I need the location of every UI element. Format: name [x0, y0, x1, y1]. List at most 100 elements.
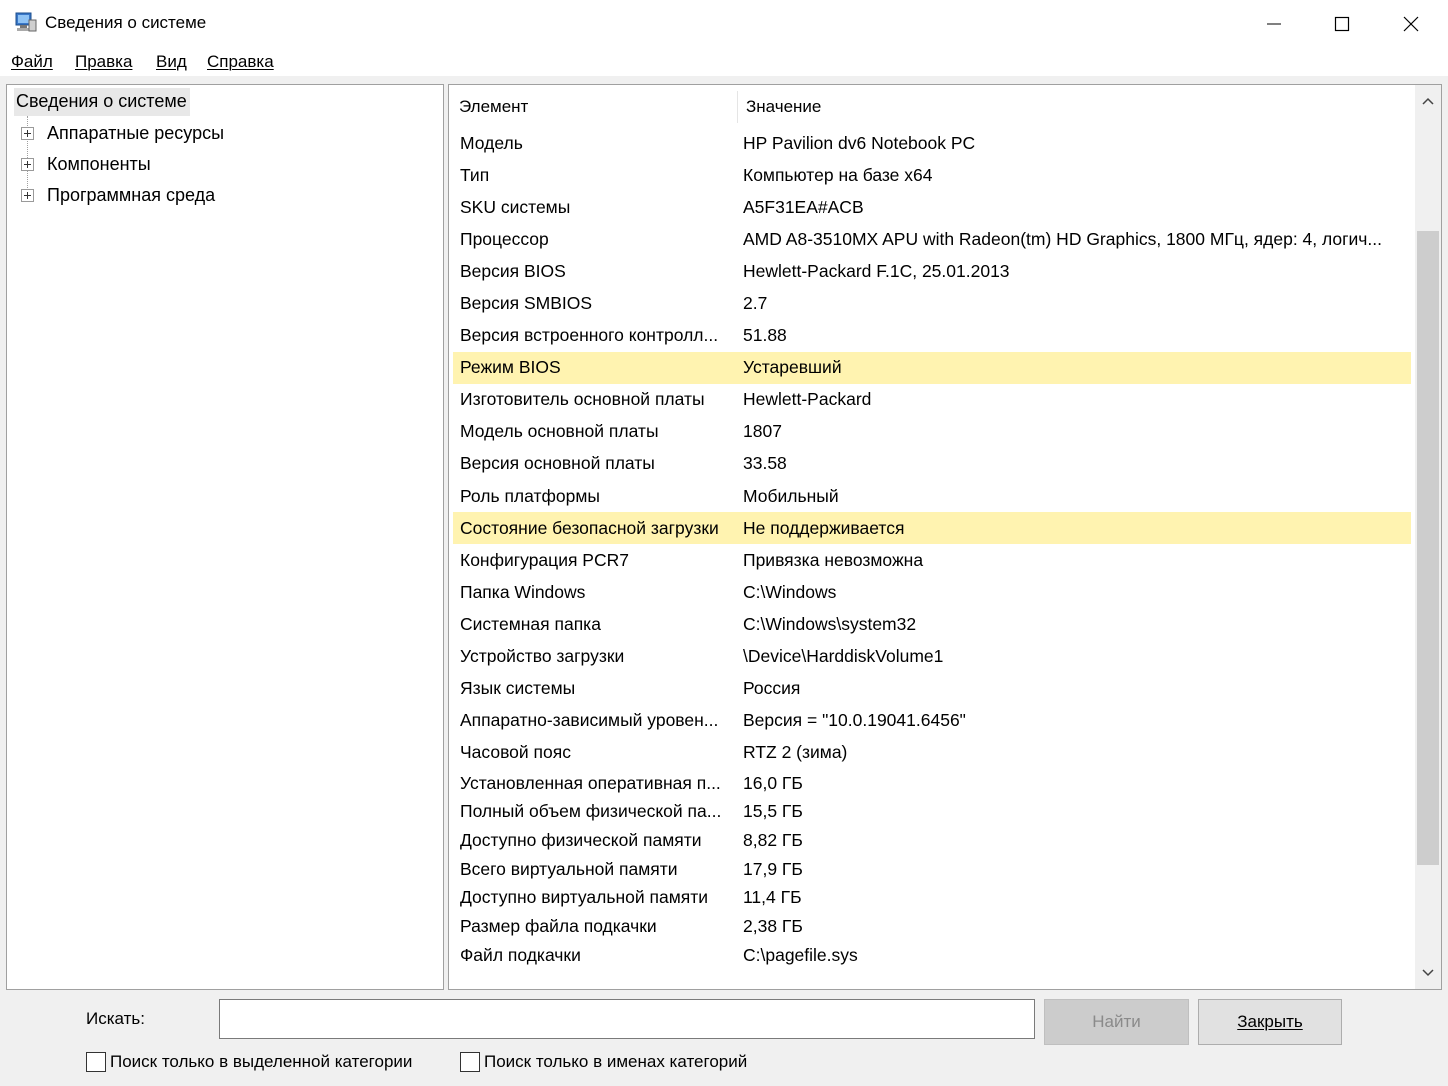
- search-selected-category-option[interactable]: Поиск только в выделенной категории: [86, 1052, 412, 1072]
- menu-file[interactable]: Файл: [11, 52, 53, 72]
- tree-item-components[interactable]: Компоненты: [21, 150, 151, 178]
- row-item-value: 51.88: [743, 325, 787, 346]
- tree-item-system-summary[interactable]: Сведения о системе: [14, 88, 190, 116]
- table-row[interactable]: Устройство загрузки \Device\HarddiskVolum…: [453, 641, 1411, 673]
- table-row[interactable]: Доступно физической памяти 8,82 ГБ: [453, 826, 1411, 855]
- row-item-name: Папка Windows: [460, 581, 586, 602]
- row-item-value: 2.7: [743, 293, 768, 314]
- row-item-name: Аппаратно-зависимый уровен...: [460, 710, 719, 731]
- search-selected-category-checkbox[interactable]: [86, 1052, 106, 1072]
- row-item-name: Модель: [460, 132, 523, 153]
- title-bar: Сведения о системе: [0, 0, 1448, 48]
- table-row[interactable]: Версия SMBIOS 2.7: [453, 287, 1411, 319]
- table-row[interactable]: Состояние безопасной загрузки Не поддержи…: [453, 512, 1411, 545]
- table-row[interactable]: Системная папка C:\Windows\system32: [453, 608, 1411, 640]
- column-header-item[interactable]: Элемент: [459, 97, 528, 117]
- table-row[interactable]: Язык системы Россия: [453, 673, 1411, 705]
- menu-bar: Файл Правка Вид Справка: [0, 48, 1448, 76]
- maximize-button[interactable]: [1308, 0, 1376, 48]
- scrollbar-thumb[interactable]: [1417, 231, 1439, 865]
- row-item-value: Не поддерживается: [743, 517, 905, 538]
- row-item-value: 11,4 ГБ: [743, 887, 802, 908]
- row-item-name: Язык системы: [460, 678, 576, 699]
- scroll-down-button[interactable]: [1415, 961, 1441, 985]
- row-item-value: 8,82 ГБ: [743, 830, 803, 851]
- row-item-name: Режим BIOS: [460, 357, 561, 378]
- row-item-name: Версия основной платы: [460, 453, 655, 474]
- table-row[interactable]: Тип Компьютер на базе x64: [453, 159, 1411, 191]
- table-row[interactable]: Режим BIOS Устаревший: [453, 351, 1411, 384]
- tree-item-hardware[interactable]: Аппаратные ресурсы: [21, 119, 224, 147]
- tree-item-software[interactable]: Программная среда: [21, 181, 215, 209]
- table-row[interactable]: SKU системы A5F31EA#ACB: [453, 191, 1411, 223]
- row-item-name: Размер файла подкачки: [460, 916, 657, 937]
- vertical-scrollbar[interactable]: [1415, 85, 1441, 989]
- row-item-value: HP Pavilion dv6 Notebook PC: [743, 132, 976, 153]
- search-category-names-label: Поиск только в именах категорий: [484, 1052, 748, 1071]
- details-list: Элемент Значение Модель HP Pavilion dv6 N…: [448, 84, 1442, 990]
- scroll-up-button[interactable]: [1415, 89, 1441, 113]
- row-item-name: Роль платформы: [460, 485, 600, 506]
- table-row[interactable]: Файл подкачки C:\pagefile.sys: [453, 941, 1411, 970]
- row-item-value: Устаревший: [743, 357, 842, 378]
- table-row[interactable]: Роль платформы Мобильный: [453, 480, 1411, 512]
- chevron-up-icon: [1422, 97, 1434, 105]
- table-row[interactable]: Установленная оперативная п... 16,0 ГБ: [453, 769, 1411, 798]
- search-label: Искать:: [86, 1009, 145, 1028]
- table-row[interactable]: Модель основной платы 1807: [453, 416, 1411, 448]
- find-button[interactable]: Найти: [1044, 999, 1189, 1045]
- table-row[interactable]: Часовой пояс RTZ 2 (зима): [453, 737, 1411, 769]
- table-row[interactable]: Конфигурация PCR7 Привязка невозможна: [453, 544, 1411, 576]
- search-category-names-option[interactable]: Поиск только в именах категорий: [460, 1052, 747, 1072]
- close-window-button[interactable]: [1377, 0, 1445, 48]
- row-item-name: Часовой пояс: [460, 742, 571, 763]
- table-row[interactable]: Полный объем физической па... 15,5 ГБ: [453, 798, 1411, 827]
- expand-icon[interactable]: [21, 157, 34, 171]
- maximize-icon: [1334, 16, 1350, 32]
- row-item-name: Модель основной платы: [460, 421, 659, 442]
- row-item-value: 33.58: [743, 453, 787, 474]
- row-item-value: Мобильный: [743, 485, 839, 506]
- tree-item-label: Компоненты: [47, 153, 151, 174]
- minimize-icon: [1267, 23, 1281, 25]
- table-row[interactable]: Всего виртуальной памяти 17,9 ГБ: [453, 855, 1411, 884]
- expand-icon[interactable]: [21, 126, 34, 140]
- row-item-value: Hewlett-Packard F.1C, 25.01.2013: [743, 260, 1010, 281]
- system-info-icon: [14, 10, 38, 34]
- close-icon: [1403, 16, 1419, 32]
- category-tree: Сведения о системе Аппаратные ресурсы Ко…: [6, 84, 444, 990]
- close-button-label: Закрыть: [1237, 1012, 1303, 1031]
- table-row[interactable]: Версия BIOS Hewlett-Packard F.1C, 25.01.2…: [453, 255, 1411, 287]
- row-item-value: Россия: [743, 678, 801, 699]
- search-category-names-checkbox[interactable]: [460, 1052, 480, 1072]
- row-item-name: Тип: [460, 164, 490, 185]
- row-item-name: Устройство загрузки: [460, 646, 625, 667]
- table-row[interactable]: Доступно виртуальной памяти 11,4 ГБ: [453, 884, 1411, 913]
- row-item-name: Файл подкачки: [460, 944, 581, 965]
- row-item-value: 2,38 ГБ: [743, 916, 803, 937]
- row-item-name: Версия SMBIOS: [460, 293, 593, 314]
- close-button[interactable]: Закрыть: [1198, 999, 1342, 1045]
- minimize-button[interactable]: [1240, 0, 1308, 48]
- table-row[interactable]: Аппаратно-зависимый уровен... Версия = "1…: [453, 705, 1411, 737]
- search-input[interactable]: [219, 999, 1035, 1039]
- column-separator[interactable]: [737, 91, 738, 123]
- table-row[interactable]: Модель HP Pavilion dv6 Notebook PC: [453, 127, 1411, 159]
- chevron-down-icon: [1422, 969, 1434, 977]
- menu-edit[interactable]: Правка: [75, 52, 132, 72]
- table-row[interactable]: Версия основной платы 33.58: [453, 448, 1411, 480]
- column-header-value[interactable]: Значение: [746, 97, 821, 117]
- table-row[interactable]: Версия встроенного контролл... 51.88: [453, 320, 1411, 352]
- table-row[interactable]: Размер файла подкачки 2,38 ГБ: [453, 912, 1411, 941]
- row-item-name: Доступно физической памяти: [460, 830, 702, 851]
- expand-icon[interactable]: [21, 188, 34, 202]
- table-row[interactable]: Процессор AMD A8-3510MX APU with Radeon(t…: [453, 223, 1411, 255]
- menu-help[interactable]: Справка: [207, 52, 274, 72]
- row-item-value: C:\Windows: [743, 581, 837, 602]
- search-selected-category-label: Поиск только в выделенной категории: [110, 1052, 413, 1071]
- table-row[interactable]: Изготовитель основной платы Hewlett-Packa…: [453, 384, 1411, 416]
- row-item-name: Версия встроенного контролл...: [460, 325, 719, 346]
- row-item-value: RTZ 2 (зима): [743, 742, 848, 763]
- table-row[interactable]: Папка Windows C:\Windows: [453, 576, 1411, 608]
- menu-view[interactable]: Вид: [156, 52, 187, 72]
